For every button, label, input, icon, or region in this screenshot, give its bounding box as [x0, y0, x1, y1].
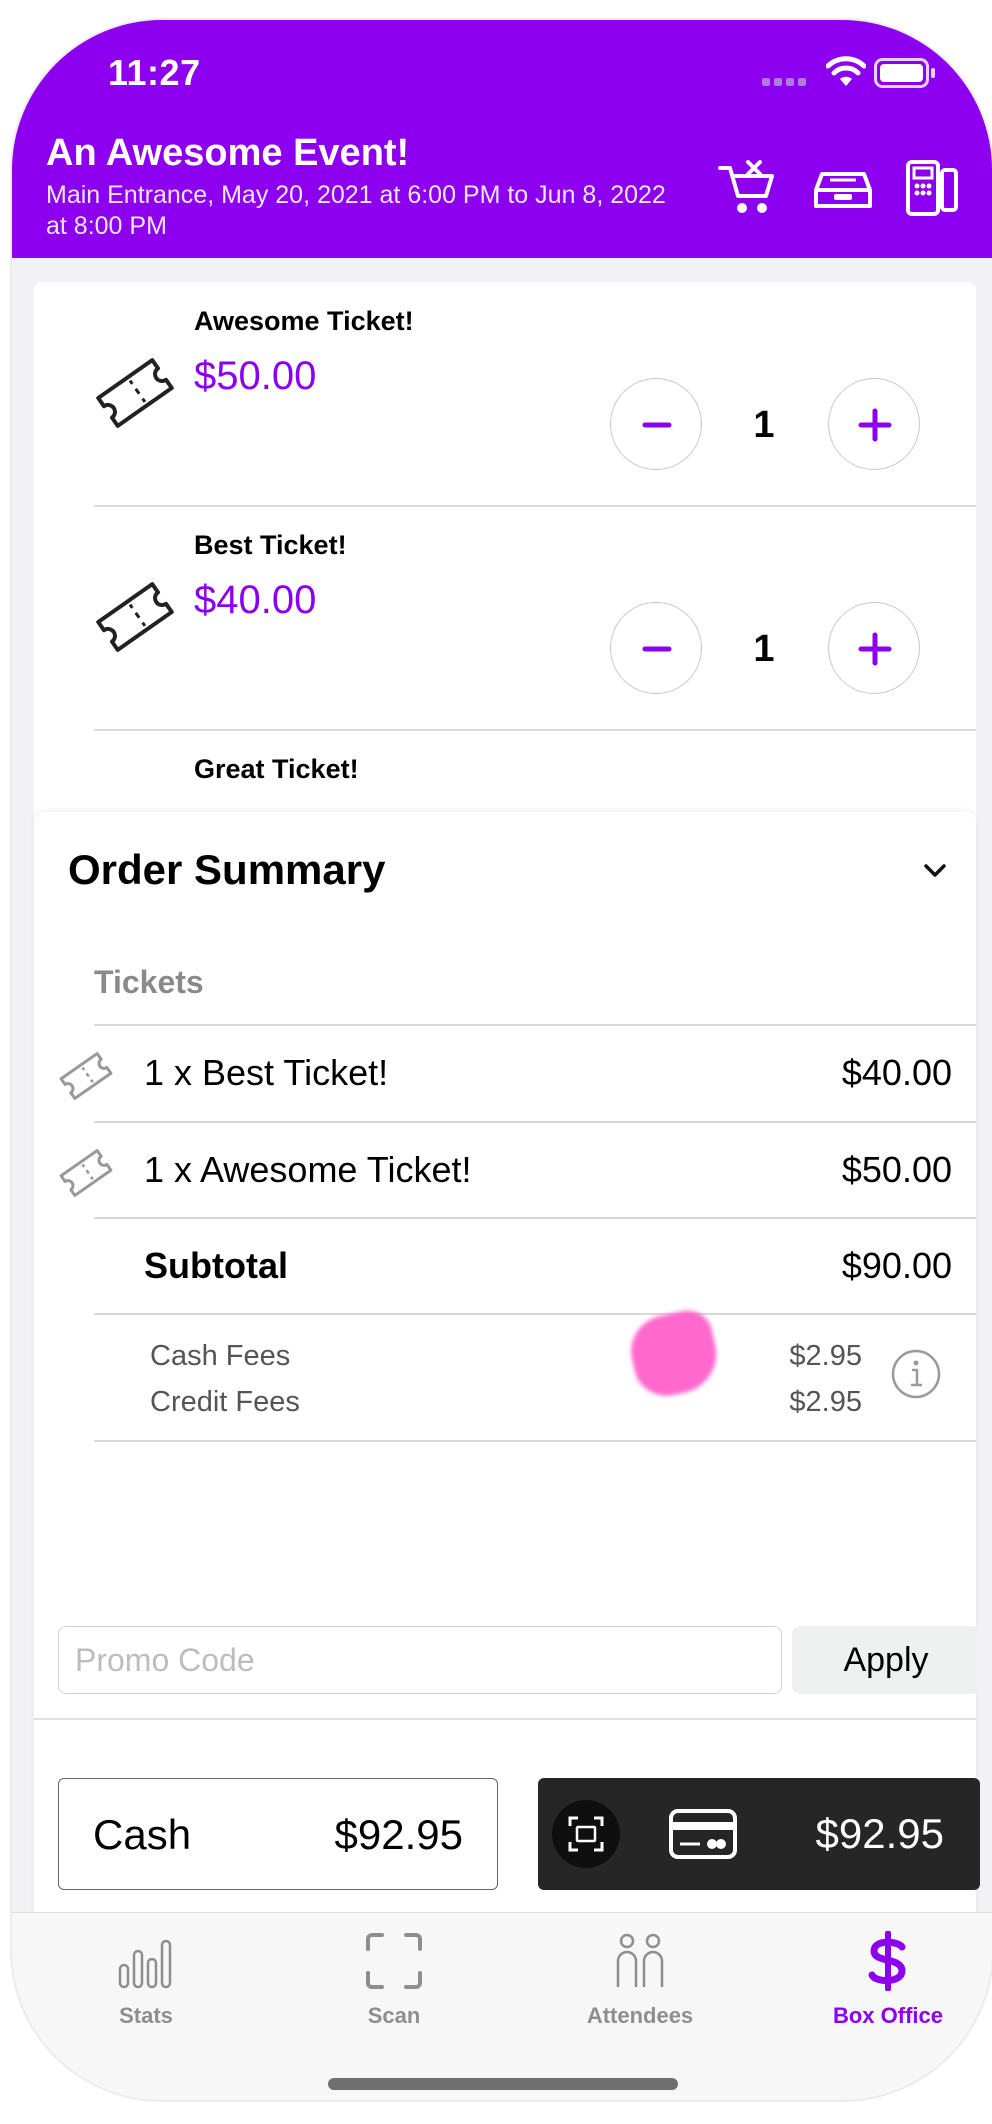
- tab-stats[interactable]: Stats: [46, 1913, 246, 2033]
- credit-fees-label: Credit Fees: [150, 1386, 300, 1418]
- order-summary-sheet: Order Summary Tickets 1 x Best Ticket! $…: [34, 812, 980, 1932]
- divider: [94, 1440, 976, 1442]
- wifi-icon: [826, 56, 866, 86]
- event-subtitle: Main Entrance, May 20, 2021 at 6:00 PM t…: [46, 181, 666, 240]
- cash-label: Cash: [93, 1811, 192, 1858]
- device: 11:27 An Awesome Event! Main Entrance, M…: [0, 0, 992, 2124]
- summary-item-label: 1 x Best Ticket!: [144, 1052, 389, 1093]
- ticket-icon: [59, 1149, 113, 1197]
- tab-label: Box Office: [832, 2003, 944, 2028]
- credit-card-icon: [669, 1809, 737, 1859]
- tab-label: Stats: [119, 2003, 173, 2028]
- increase-quantity-button[interactable]: [828, 378, 920, 470]
- ticket-price: $40.00: [194, 578, 317, 622]
- subtotal-label: Subtotal: [144, 1245, 288, 1286]
- ticket-name: Best Ticket!: [194, 530, 347, 560]
- stats-icon: [118, 1939, 172, 1989]
- tab-bar: Stats Scan Attendees Box Office: [12, 1912, 992, 2100]
- summary-line-item: 1 x Awesome Ticket! $50.00: [34, 1123, 976, 1219]
- apply-promo-button[interactable]: Apply: [792, 1626, 980, 1694]
- plus-icon: [858, 408, 892, 442]
- ticket-quantity: 1: [753, 404, 775, 446]
- status-time: 11:27: [108, 52, 201, 93]
- tab-box-office[interactable]: Box Office: [788, 1913, 988, 2033]
- summary-item-value: $40.00: [841, 1052, 952, 1093]
- event-title: An Awesome Event!: [46, 132, 410, 174]
- touch-indicator: [624, 1306, 724, 1402]
- summary-line-item: 1 x Best Ticket! $40.00: [34, 1026, 976, 1122]
- tab-attendees[interactable]: Attendees: [540, 1913, 740, 2033]
- credit-fees-value: $2.95: [789, 1386, 862, 1418]
- cash-drawer-icon[interactable]: [812, 160, 874, 216]
- decrease-quantity-button[interactable]: [610, 378, 702, 470]
- ticket-list: Awesome Ticket! $50.00 1 Best Ticket! $4…: [34, 282, 976, 842]
- tab-label: Scan: [367, 2003, 421, 2028]
- dollar-icon: [868, 1931, 906, 1991]
- promo-code-input[interactable]: [58, 1626, 782, 1694]
- ticket-name: Awesome Ticket!: [194, 306, 414, 336]
- increase-quantity-button[interactable]: [828, 602, 920, 694]
- card-payment-button[interactable]: $92.95: [538, 1778, 980, 1890]
- cash-fees-value: $2.95: [789, 1340, 862, 1372]
- card-amount: $92.95: [815, 1810, 944, 1857]
- divider: [94, 1313, 976, 1315]
- chevron-down-icon[interactable]: [922, 862, 948, 880]
- cash-amount: $92.95: [334, 1811, 463, 1858]
- ticket-icon: [96, 582, 174, 652]
- tab-scan[interactable]: Scan: [294, 1913, 494, 2033]
- subtotal-row: Subtotal $90.00: [34, 1219, 976, 1315]
- cash-fees-label: Cash Fees: [150, 1340, 291, 1372]
- tab-label: Attendees: [586, 2003, 694, 2028]
- subtotal-value: $90.00: [841, 1245, 952, 1286]
- ticket-row-awesome: Awesome Ticket! $50.00 1: [34, 282, 976, 506]
- order-summary-title: Order Summary: [68, 846, 386, 893]
- scan-icon: [366, 1933, 422, 1989]
- battery-icon: [874, 58, 935, 88]
- home-indicator: [328, 2078, 678, 2090]
- signal-icon: [762, 78, 806, 86]
- ticket-quantity: 1: [753, 628, 775, 670]
- attendees-icon: [616, 1933, 664, 1987]
- card-reader-icon[interactable]: [902, 160, 964, 216]
- plus-icon: [858, 632, 892, 666]
- scan-frame-icon: [568, 1816, 604, 1852]
- scan-card-button[interactable]: [552, 1800, 620, 1868]
- ticket-name: Great Ticket!: [194, 754, 359, 784]
- cash-payment-button[interactable]: Cash $92.95: [58, 1778, 498, 1890]
- event-header: 11:27 An Awesome Event! Main Entrance, M…: [12, 20, 992, 258]
- summary-item-label: 1 x Awesome Ticket!: [144, 1149, 472, 1190]
- minus-icon: [642, 646, 672, 652]
- tickets-section-label: Tickets: [94, 964, 204, 1000]
- ticket-price: $50.00: [194, 354, 317, 398]
- summary-item-value: $50.00: [841, 1149, 952, 1190]
- divider: [34, 1718, 976, 1720]
- clear-cart-icon[interactable]: [718, 160, 780, 216]
- app-screen: 11:27 An Awesome Event! Main Entrance, M…: [12, 20, 992, 2100]
- minus-icon: [642, 422, 672, 428]
- decrease-quantity-button[interactable]: [610, 602, 702, 694]
- ticket-row-best: Best Ticket! $40.00 1: [34, 506, 976, 730]
- info-icon[interactable]: [890, 1348, 942, 1400]
- ticket-icon: [59, 1052, 113, 1100]
- ticket-icon: [96, 358, 174, 428]
